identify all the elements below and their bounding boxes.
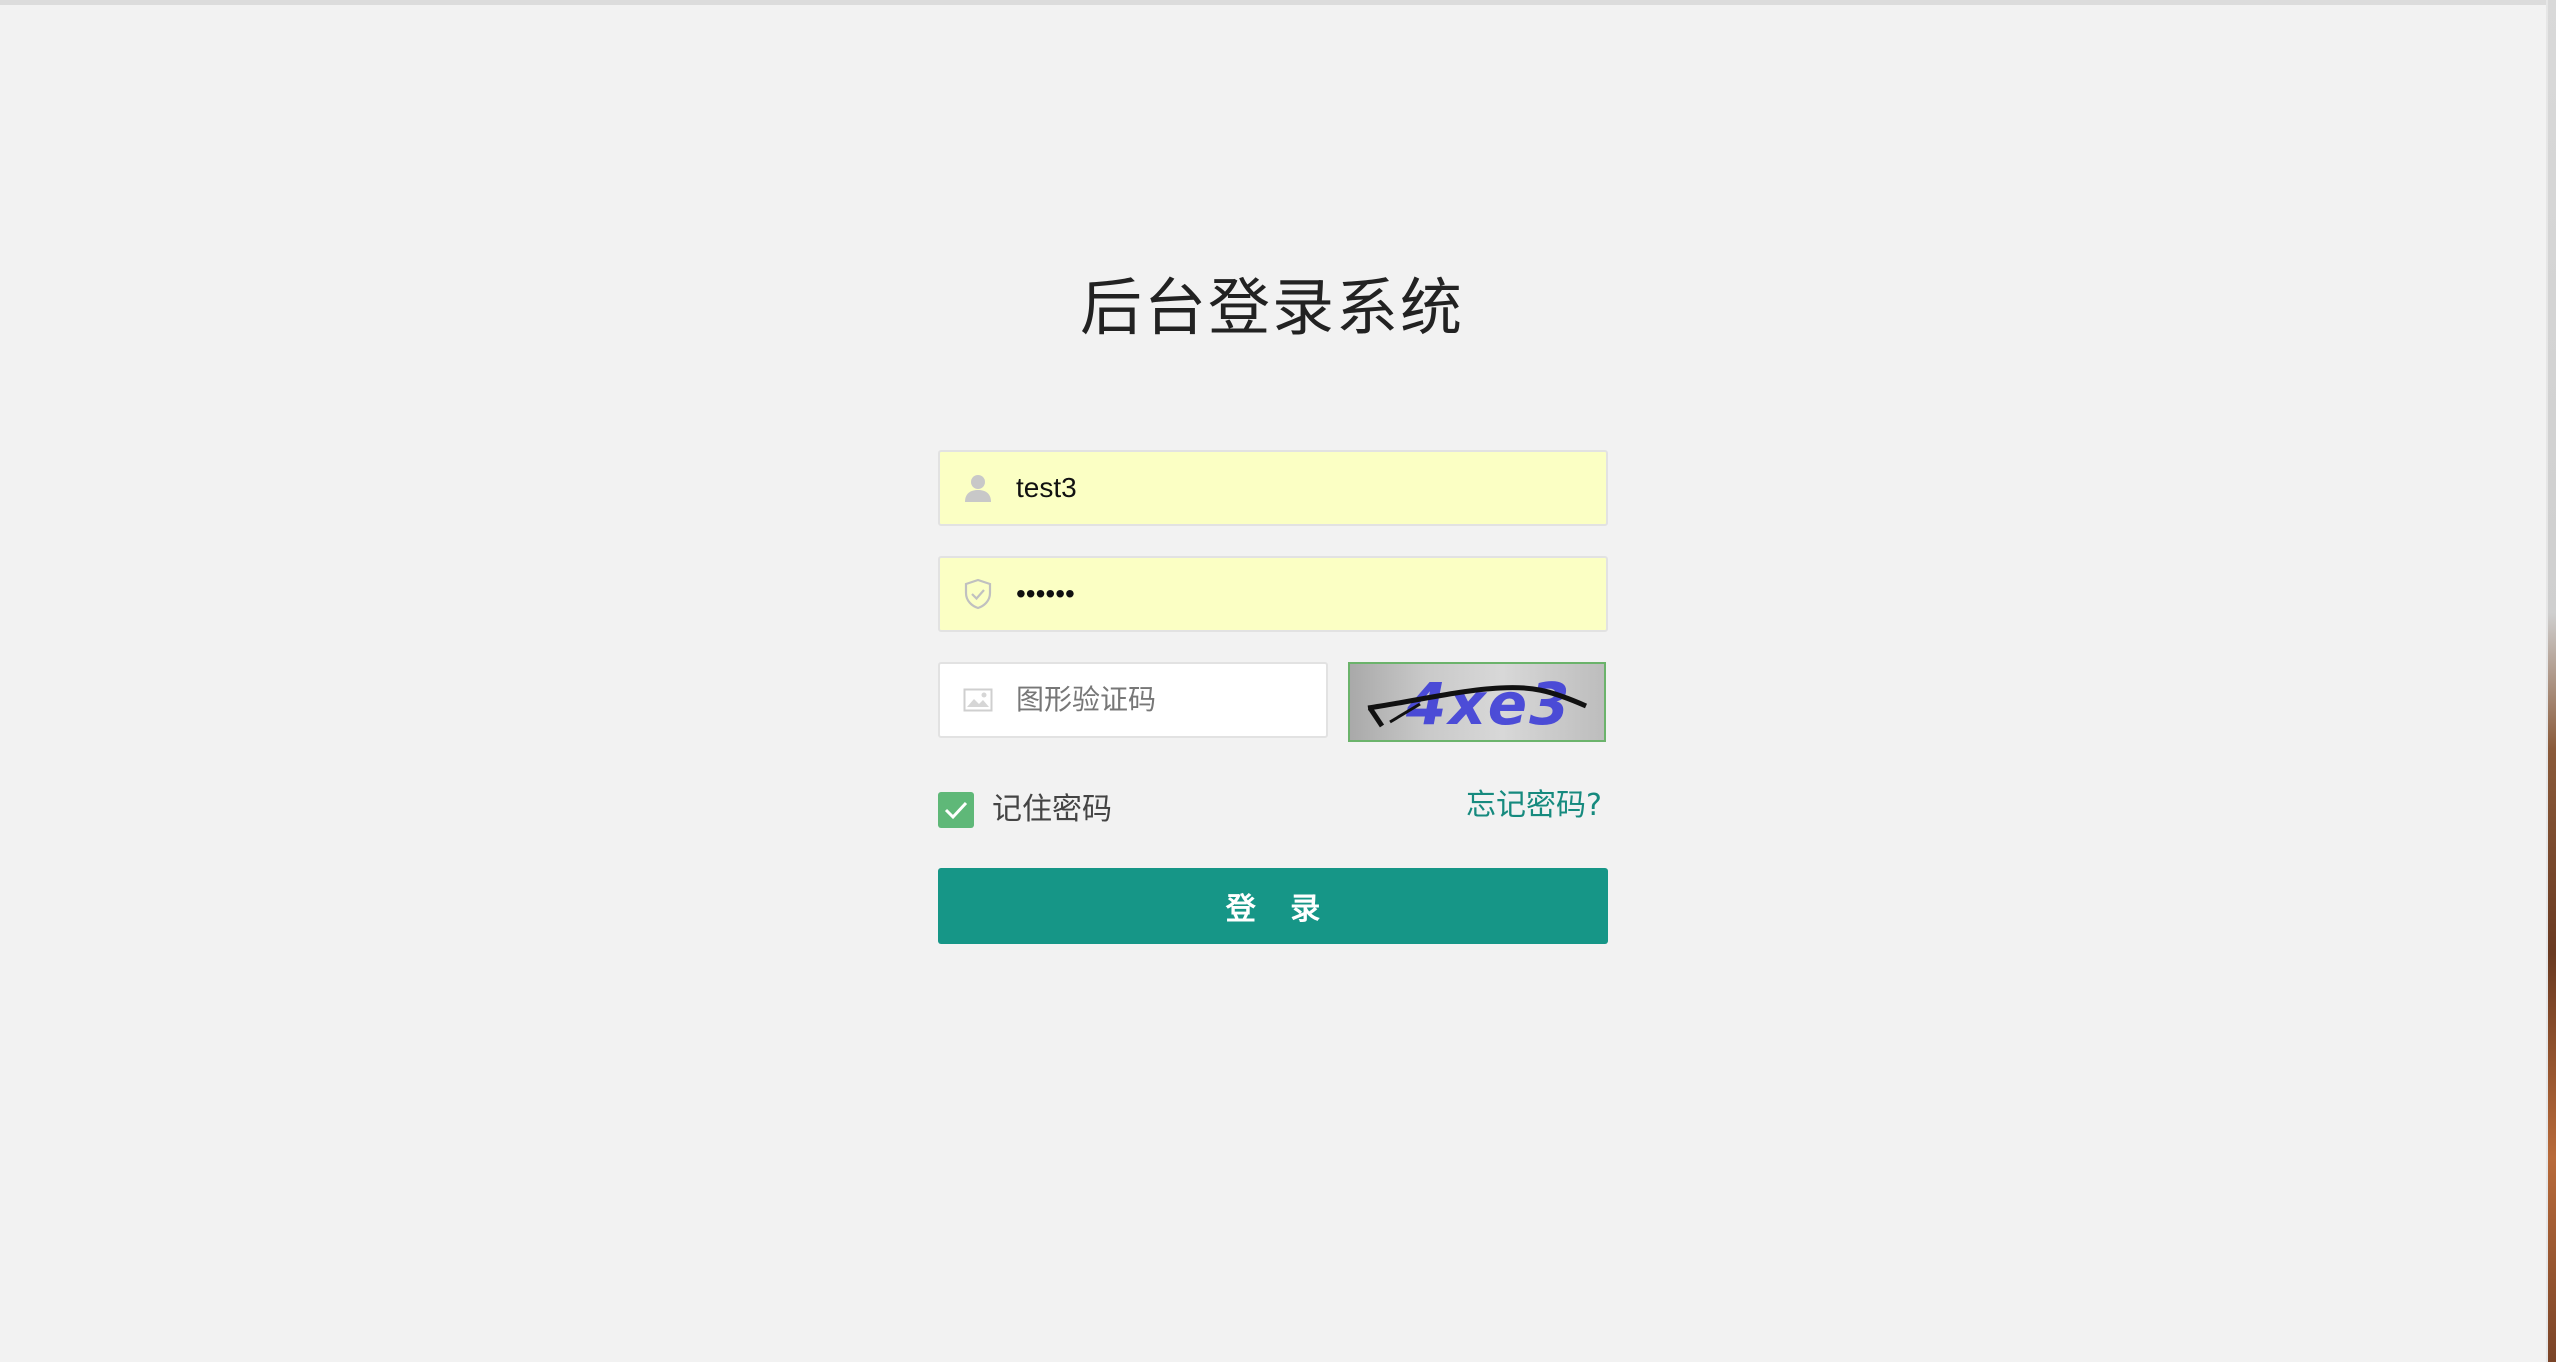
login-button[interactable]: 登 录	[938, 868, 1608, 944]
remember-checkbox[interactable]	[938, 792, 974, 828]
captcha-input[interactable]	[1016, 664, 1326, 736]
forgot-password-link[interactable]: 忘记密码?	[1466, 786, 1602, 826]
background-window-strip	[2548, 0, 2556, 1362]
remember-label: 记住密码	[992, 792, 1112, 827]
password-input[interactable]	[1016, 558, 1606, 630]
captcha-image[interactable]: 4xe3	[1348, 662, 1606, 742]
username-field[interactable]	[938, 450, 1608, 526]
captcha-text: 4xe3	[1405, 670, 1571, 738]
shield-icon	[940, 558, 1016, 630]
password-field[interactable]	[938, 556, 1608, 632]
user-icon	[940, 452, 1016, 524]
captcha-field[interactable]	[938, 662, 1328, 738]
username-input[interactable]	[1016, 452, 1606, 524]
remember-password[interactable]: 记住密码	[938, 790, 1112, 830]
page-title: 后台登录系统	[1079, 271, 1464, 344]
top-divider	[0, 0, 2556, 5]
image-icon	[940, 664, 1016, 736]
